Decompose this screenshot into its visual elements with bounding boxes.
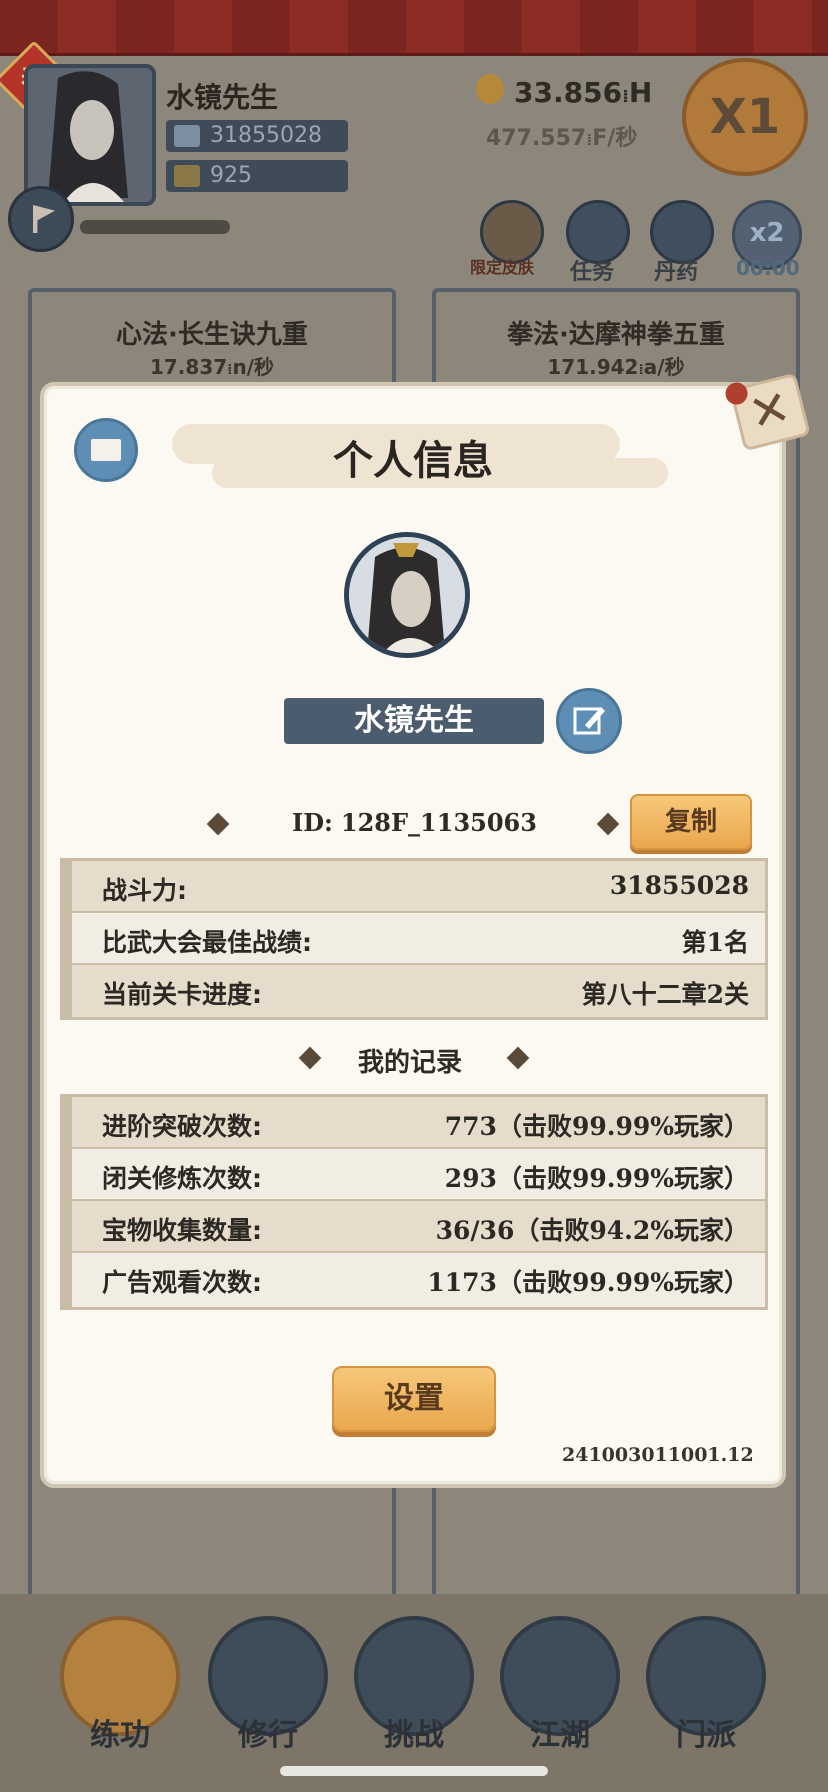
skill-title: 拳法·达摩神拳五重 (507, 320, 725, 350)
id-label: ID: (292, 808, 333, 837)
row-value: 293（击败99.99%玩家） (444, 1164, 749, 1193)
records-table: 进阶突破次数: 773（击败99.99%玩家） 闭关修炼次数: 293（击败99… (60, 1094, 768, 1310)
nav-jianghu-label: 江湖 (530, 1718, 590, 1753)
table-row: 当前关卡进度: 第八十二章2关 (72, 965, 765, 1017)
skill-rate: 171.942⁞a/秒 (547, 355, 685, 379)
table-row: 宝物收集数量: 36/36（击败94.2%玩家） (72, 1201, 765, 1253)
nav-training-label: 练功 (90, 1718, 150, 1753)
row-label: 宝物收集数量: (102, 1216, 262, 1245)
table-row: 比武大会最佳战绩: 第1名 (72, 913, 765, 965)
row-label: 广告观看次数: (102, 1268, 262, 1297)
boost-timer: 00:00 (736, 256, 800, 280)
player-avatar[interactable] (24, 64, 156, 206)
gold-stat: 925 (166, 160, 348, 192)
player-name: 水镜先生 (166, 81, 279, 114)
row-label: 比武大会最佳战绩: (102, 928, 312, 957)
level-progress-bar (80, 220, 230, 234)
income-rate: 477.557⁞F/秒 (486, 126, 638, 151)
nav-cultivate-label: 修行 (238, 1718, 298, 1753)
row-label: 闭关修炼次数: (102, 1164, 262, 1193)
nav-sect-label: 门派 (676, 1718, 736, 1753)
gold-value: 925 (210, 163, 252, 188)
speed-multiplier-button[interactable]: X1 (682, 58, 808, 176)
row-label: 战斗力: (102, 876, 187, 905)
mail-button[interactable] (74, 418, 138, 482)
skill-rate: 17.837⁞n/秒 (149, 355, 275, 379)
row-value: 第八十二章2关 (581, 980, 749, 1009)
player-name-field: 水镜先生 (284, 698, 544, 744)
dialog-title: 个人信息 (333, 438, 493, 484)
row-value: 31855028 (609, 871, 749, 900)
profile-portrait[interactable] (344, 532, 470, 658)
table-row: 闭关修炼次数: 293（击败99.99%玩家） (72, 1149, 765, 1201)
limited-skin-label: 限定皮肤 (470, 258, 535, 277)
row-label: 当前关卡进度: (102, 980, 262, 1009)
rate-value: 477.557 (486, 126, 587, 151)
flag-button[interactable] (8, 186, 74, 252)
festive-curtain (0, 0, 828, 56)
row-label: 进阶突破次数: (102, 1112, 262, 1141)
table-row: 进阶突破次数: 773（击败99.99%玩家） (72, 1097, 765, 1149)
power-stat: 31855028 (166, 120, 348, 152)
row-value: 第1名 (681, 928, 749, 957)
money-value: 33.856 (514, 76, 623, 109)
rate-unit: F/秒 (592, 126, 638, 151)
home-indicator[interactable] (280, 1766, 548, 1776)
close-icon: ✕ (743, 378, 797, 444)
version-number: 241003011001.12 (562, 1444, 754, 1466)
pill-label: 丹药 (654, 260, 699, 285)
swords-icon (174, 125, 200, 147)
power-value: 31855028 (210, 123, 322, 148)
edit-icon (573, 707, 605, 735)
copy-id-button[interactable]: 复制 (630, 794, 752, 850)
settings-button[interactable]: 设置 (332, 1366, 496, 1432)
info-table: 战斗力: 31855028 比武大会最佳战绩: 第1名 当前关卡进度: 第八十二… (60, 858, 768, 1020)
row-value: 773（击败99.99%玩家） (444, 1112, 749, 1141)
money-display: 33.856⁞H (514, 76, 653, 109)
records-title: 我的记录 (358, 1048, 463, 1078)
table-row: 广告观看次数: 1173（击败99.99%玩家） (72, 1253, 765, 1305)
edit-name-button[interactable] (556, 688, 622, 754)
money-unit: H (628, 76, 653, 109)
gold-ingot-icon (174, 165, 200, 187)
portrait-icon (349, 537, 465, 653)
row-value: 36/36（击败94.2%玩家） (435, 1216, 749, 1245)
task-label: 任务 (570, 260, 615, 285)
player-id: ID: 128F_1135063 (292, 808, 537, 837)
avatar-portrait-icon (28, 68, 152, 202)
row-value: 1173（击败99.99%玩家） (427, 1268, 749, 1297)
nav-challenge-label: 挑战 (384, 1718, 444, 1753)
id-value: 128F_1135063 (340, 808, 537, 837)
skill-title: 心法·长生诀九重 (116, 320, 308, 350)
table-row: 战斗力: 31855028 (72, 861, 765, 913)
